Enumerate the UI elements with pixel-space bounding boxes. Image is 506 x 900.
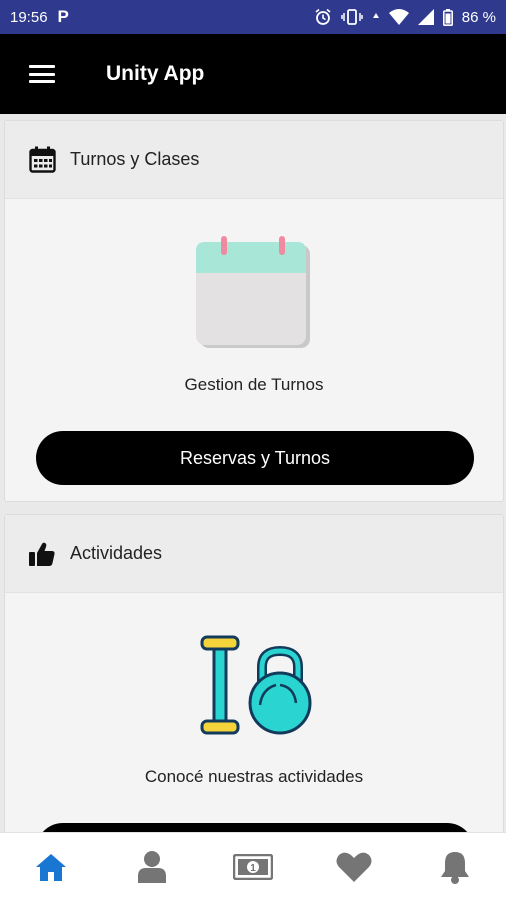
battery-icon: [442, 8, 453, 26]
hamburger-menu-icon: [29, 65, 55, 83]
nav-notifications[interactable]: [425, 837, 485, 897]
reservas-turnos-button[interactable]: Reservas y Turnos: [36, 431, 474, 485]
data-arrows-icon: [372, 13, 379, 18]
heart-icon: [336, 852, 372, 882]
dumbbell-kettlebell-illustration: [200, 633, 312, 737]
card-header: Turnos y Clases: [5, 121, 503, 199]
card-body: Gestion de Turnos Reservas y Turnos: [5, 199, 503, 501]
card-caption: Gestion de Turnos: [184, 375, 324, 394]
status-bar: 19:56 P 86 %: [0, 0, 506, 34]
actividades-button[interactable]: [36, 823, 474, 832]
nav-payments[interactable]: 1: [223, 837, 283, 897]
card-title: Actividades: [70, 543, 163, 563]
app-notification-icon: P: [57, 7, 69, 26]
card-title: Turnos y Clases: [70, 149, 200, 169]
signal-icon: [417, 9, 434, 25]
app-bar: Unity App: [0, 34, 506, 114]
main-content[interactable]: Turnos y Clases Gestion de Turnos Reserv…: [0, 114, 506, 832]
card-header: Actividades: [5, 515, 503, 593]
card-caption: Conocé nuestras actividades: [144, 767, 364, 786]
menu-button[interactable]: [0, 34, 84, 114]
user-icon: [137, 850, 166, 883]
bell-icon: [441, 851, 470, 884]
battery-level: 86 %: [461, 8, 496, 26]
wifi-icon: [388, 9, 409, 25]
card-turnos-clases: Turnos y Clases Gestion de Turnos Reserv…: [4, 120, 504, 502]
nav-favorites[interactable]: [324, 837, 384, 897]
home-icon: [35, 853, 66, 881]
money-icon: 1: [232, 853, 273, 880]
status-icons: 86 %: [314, 8, 496, 26]
vibrate-icon: [341, 9, 363, 25]
nav-profile[interactable]: [122, 837, 182, 897]
bottom-nav: 1: [0, 832, 506, 900]
svg-text:1: 1: [250, 863, 256, 874]
alarm-icon: [315, 8, 331, 25]
card-actividades: Actividades Conocé nuestras actividades: [4, 514, 504, 832]
card-body: Conocé nuestras actividades: [5, 593, 503, 832]
calendar-icon: [28, 146, 56, 174]
nav-home[interactable]: [21, 837, 81, 897]
app-title: Unity App: [106, 62, 205, 85]
calendar-illustration: [196, 236, 312, 350]
status-time: 19:56: [10, 8, 48, 26]
thumbs-up-icon: [28, 540, 56, 568]
